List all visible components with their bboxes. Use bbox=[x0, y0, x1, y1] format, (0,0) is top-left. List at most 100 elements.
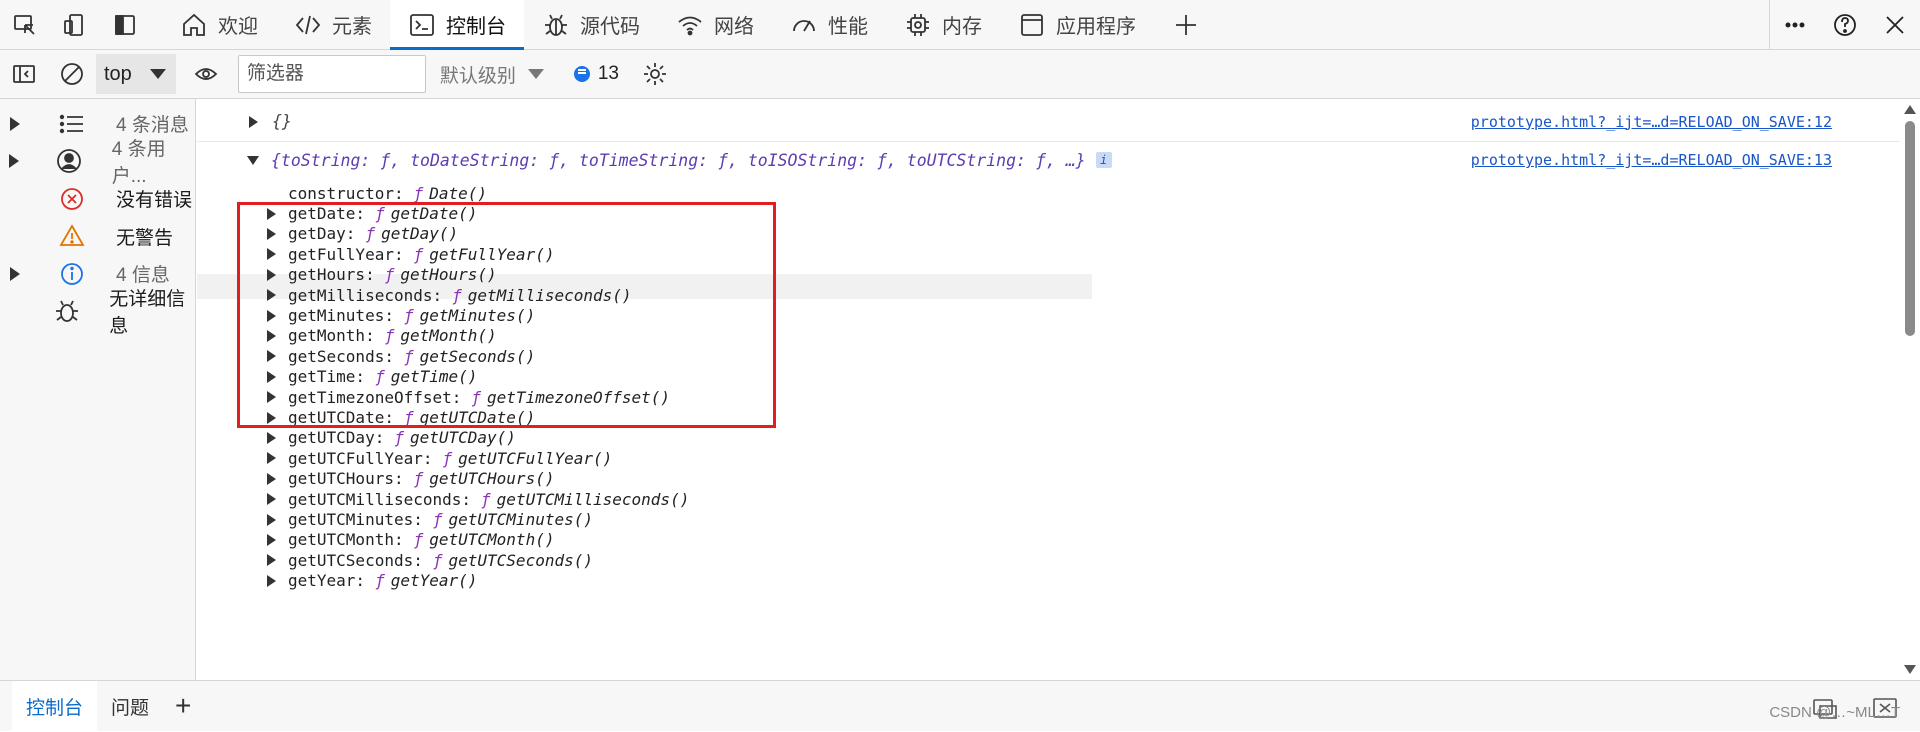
expand-arrow-icon[interactable] bbox=[267, 513, 276, 526]
function-signature: getFullYear() bbox=[429, 244, 555, 264]
expand-arrow-icon[interactable] bbox=[267, 227, 276, 240]
message-count-badge[interactable]: 13 bbox=[573, 63, 619, 85]
expand-arrow-icon[interactable] bbox=[267, 472, 276, 485]
property-row[interactable]: getSeconds: ƒ getSeconds() bbox=[267, 346, 1900, 366]
tab-sources[interactable]: 源代码 bbox=[524, 0, 658, 49]
tab-elements[interactable]: 元素 bbox=[276, 0, 390, 49]
expand-arrow-icon[interactable] bbox=[267, 248, 276, 261]
log-levels-dropdown[interactable]: 默认级别 bbox=[440, 61, 544, 88]
expand-arrow-icon[interactable] bbox=[0, 154, 28, 169]
property-row[interactable]: constructor: ƒ Date() bbox=[267, 183, 1900, 203]
expand-arrow-icon[interactable] bbox=[267, 350, 276, 363]
property-row[interactable]: getTimezoneOffset: ƒ getTimezoneOffset() bbox=[267, 387, 1900, 407]
expand-arrow-icon[interactable] bbox=[267, 431, 276, 444]
scroll-up-icon[interactable] bbox=[1904, 105, 1916, 114]
tab-application[interactable]: 应用程序 bbox=[1000, 0, 1154, 49]
function-glyph-icon: ƒ bbox=[413, 244, 424, 264]
toggle-panel-icon[interactable] bbox=[100, 0, 150, 50]
property-row[interactable]: getUTCHours: ƒ getUTCHours() bbox=[267, 469, 1900, 489]
function-glyph-icon: ƒ bbox=[394, 428, 404, 448]
expand-arrow-icon[interactable] bbox=[267, 554, 276, 567]
expand-arrow-icon[interactable] bbox=[267, 329, 276, 342]
expand-arrow-icon[interactable] bbox=[267, 268, 276, 281]
function-glyph-icon: ƒ bbox=[413, 183, 424, 203]
live-expression-icon[interactable] bbox=[182, 52, 230, 96]
expand-arrow-icon[interactable] bbox=[249, 115, 258, 128]
sidebar-item-label: 无详细信息 bbox=[109, 289, 186, 338]
expand-arrow-icon[interactable] bbox=[267, 493, 276, 506]
clear-console-icon[interactable] bbox=[48, 52, 96, 96]
property-row[interactable]: getHours: ƒ getHours() bbox=[267, 265, 1900, 285]
more-options-icon[interactable] bbox=[1770, 0, 1820, 50]
tab-welcome[interactable]: 欢迎 bbox=[162, 0, 276, 49]
property-key: getDay: bbox=[288, 224, 356, 244]
source-link[interactable]: prototype.html?_ijt=…d=RELOAD_ON_SAVE:12 bbox=[1471, 113, 1832, 131]
toggle-sidebar-icon[interactable] bbox=[0, 52, 48, 96]
function-signature: getDay() bbox=[381, 224, 459, 244]
function-signature: getSeconds() bbox=[419, 346, 536, 366]
expand-arrow-icon[interactable] bbox=[0, 116, 30, 131]
expand-arrow-icon[interactable] bbox=[267, 411, 276, 424]
tab-drawer-issues[interactable]: 问题 bbox=[97, 681, 163, 732]
inspect-icon[interactable] bbox=[0, 0, 50, 50]
sidebar-item-verbose[interactable]: 无详细信息 bbox=[0, 289, 195, 337]
property-key: getUTCHours: bbox=[288, 469, 404, 489]
collapse-arrow-icon[interactable] bbox=[247, 155, 259, 165]
property-key: getUTCFullYear: bbox=[288, 448, 433, 468]
sidebar-item-errors[interactable]: 没有错误 bbox=[0, 180, 195, 218]
property-row[interactable]: getUTCMinutes: ƒ getUTCMinutes() bbox=[267, 509, 1900, 529]
expand-arrow-icon[interactable] bbox=[267, 370, 276, 383]
filter-input[interactable] bbox=[237, 55, 426, 93]
expand-arrow-icon[interactable] bbox=[267, 452, 276, 465]
watermark: CSDN @…~ML…T bbox=[1769, 704, 1900, 721]
tab-memory[interactable]: 内存 bbox=[886, 0, 1000, 49]
property-row[interactable]: getUTCSeconds: ƒ getUTCSeconds() bbox=[267, 550, 1900, 570]
warning-icon bbox=[52, 221, 92, 251]
property-row[interactable]: getFullYear: ƒ getFullYear() bbox=[267, 244, 1900, 264]
property-row[interactable]: getUTCMilliseconds: ƒ getUTCMilliseconds() bbox=[267, 489, 1900, 509]
info-badge-icon[interactable]: i bbox=[1095, 152, 1112, 168]
property-row[interactable]: getUTCMonth: ƒ getUTCMonth() bbox=[267, 530, 1900, 550]
add-drawer-tab-button[interactable]: + bbox=[163, 692, 203, 720]
expand-arrow-icon[interactable] bbox=[267, 207, 276, 220]
device-emulation-icon[interactable] bbox=[50, 0, 100, 50]
function-signature: getHours() bbox=[400, 265, 497, 285]
property-row[interactable]: getUTCFullYear: ƒ getUTCFullYear() bbox=[267, 448, 1900, 468]
tab-performance[interactable]: 性能 bbox=[772, 0, 886, 49]
scroll-thumb[interactable] bbox=[1905, 121, 1915, 336]
property-row[interactable]: getUTCDate: ƒ getUTCDate() bbox=[267, 407, 1900, 427]
property-row[interactable]: getTime: ƒ getTime() bbox=[267, 367, 1900, 387]
tab-network[interactable]: 网络 bbox=[658, 0, 772, 49]
property-key: getTimezoneOffset: bbox=[288, 387, 462, 407]
expand-arrow-icon[interactable] bbox=[267, 289, 276, 302]
function-glyph-icon: ƒ bbox=[432, 550, 443, 570]
property-row[interactable]: getMinutes: ƒ getMinutes() bbox=[267, 305, 1900, 325]
expand-arrow-icon[interactable] bbox=[267, 309, 276, 322]
expand-arrow-icon[interactable] bbox=[0, 266, 30, 281]
property-row[interactable]: getDate: ƒ getDate() bbox=[267, 203, 1900, 223]
tab-console[interactable]: 控制台 bbox=[390, 0, 524, 50]
sidebar-item-warnings[interactable]: 无警告 bbox=[0, 218, 195, 256]
add-tab-button[interactable] bbox=[1154, 0, 1218, 49]
property-row[interactable]: getUTCDay: ƒ getUTCDay() bbox=[267, 428, 1900, 448]
property-row[interactable]: getMonth: ƒ getMonth() bbox=[267, 326, 1900, 346]
close-icon[interactable] bbox=[1870, 0, 1920, 50]
property-key: getFullYear: bbox=[288, 244, 404, 264]
function-signature: getUTCMinutes() bbox=[448, 510, 594, 530]
property-row[interactable]: getMilliseconds: ƒ getMilliseconds() bbox=[267, 285, 1900, 305]
vertical-scrollbar[interactable] bbox=[1900, 99, 1920, 680]
function-glyph-icon: ƒ bbox=[432, 510, 443, 530]
sidebar-item-label: 无警告 bbox=[116, 227, 174, 249]
sidebar-item-user-messages[interactable]: 4 条用户... bbox=[0, 139, 195, 187]
scroll-down-icon[interactable] bbox=[1904, 665, 1916, 674]
settings-gear-icon[interactable] bbox=[631, 52, 679, 96]
source-link[interactable]: prototype.html?_ijt=…d=RELOAD_ON_SAVE:13 bbox=[1471, 151, 1832, 169]
expand-arrow-icon[interactable] bbox=[267, 391, 276, 404]
expand-arrow-icon[interactable] bbox=[267, 533, 276, 546]
property-row[interactable]: getYear: ƒ getYear() bbox=[267, 571, 1900, 591]
context-selector[interactable]: top bbox=[96, 54, 176, 94]
help-icon[interactable] bbox=[1820, 0, 1870, 50]
property-row[interactable]: getDay: ƒ getDay() bbox=[267, 224, 1900, 244]
tab-drawer-console[interactable]: 控制台 bbox=[12, 680, 98, 732]
expand-arrow-icon[interactable] bbox=[267, 574, 276, 587]
